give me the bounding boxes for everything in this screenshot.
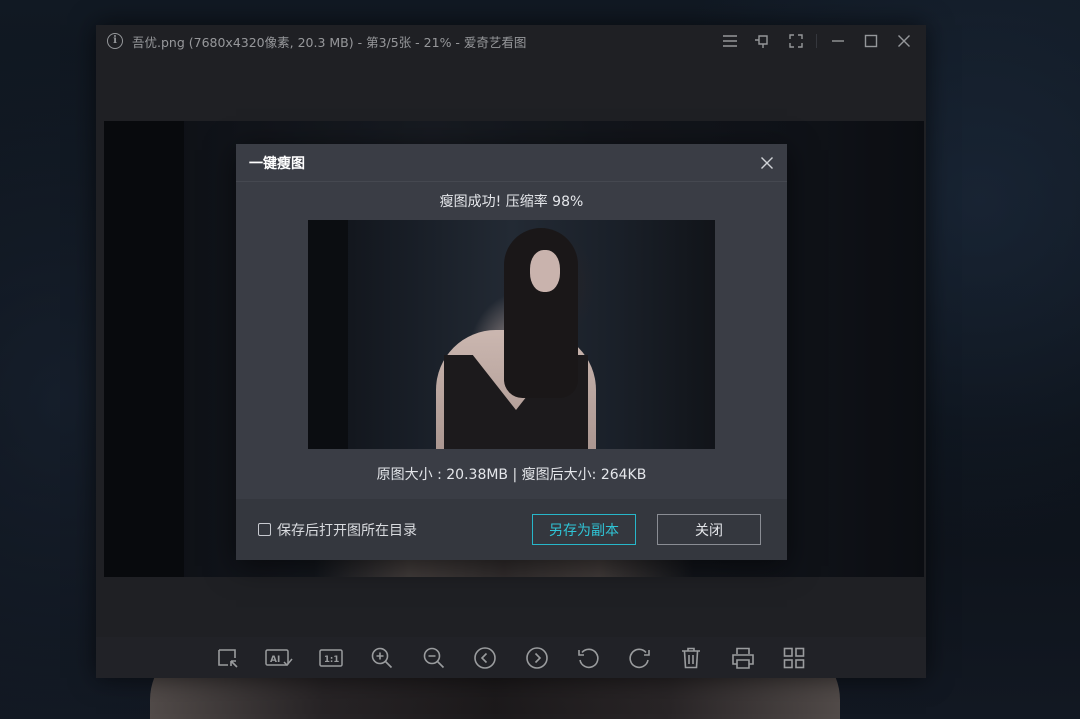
size-info: 原图大小 : 20.38MB | 瘦图后大小: 264KB bbox=[376, 467, 647, 483]
dialog-footer: 保存后打开图所在目录 另存为副本 关闭 bbox=[236, 499, 787, 560]
open-folder-label[interactable]: 保存后打开图所在目录 bbox=[277, 520, 417, 540]
slim-image-dialog: 一键瘦图 瘦图成功! 压缩率 98% 原图大小 : 20.38MB | 瘦图后大… bbox=[236, 144, 787, 560]
dialog-close-icon[interactable] bbox=[757, 153, 777, 173]
compression-status: 瘦图成功! 压缩率 98% bbox=[439, 194, 584, 210]
dialog-title: 一键瘦图 bbox=[249, 155, 305, 172]
dialog-header[interactable]: 一键瘦图 bbox=[236, 144, 787, 182]
preview-curtain bbox=[308, 220, 348, 449]
open-folder-checkbox[interactable] bbox=[258, 523, 271, 536]
preview-figure-face bbox=[530, 250, 560, 292]
preview-image bbox=[308, 220, 715, 449]
close-button[interactable]: 关闭 bbox=[657, 514, 761, 545]
save-copy-button[interactable]: 另存为副本 bbox=[532, 514, 636, 545]
open-folder-option[interactable]: 保存后打开图所在目录 bbox=[258, 520, 417, 540]
